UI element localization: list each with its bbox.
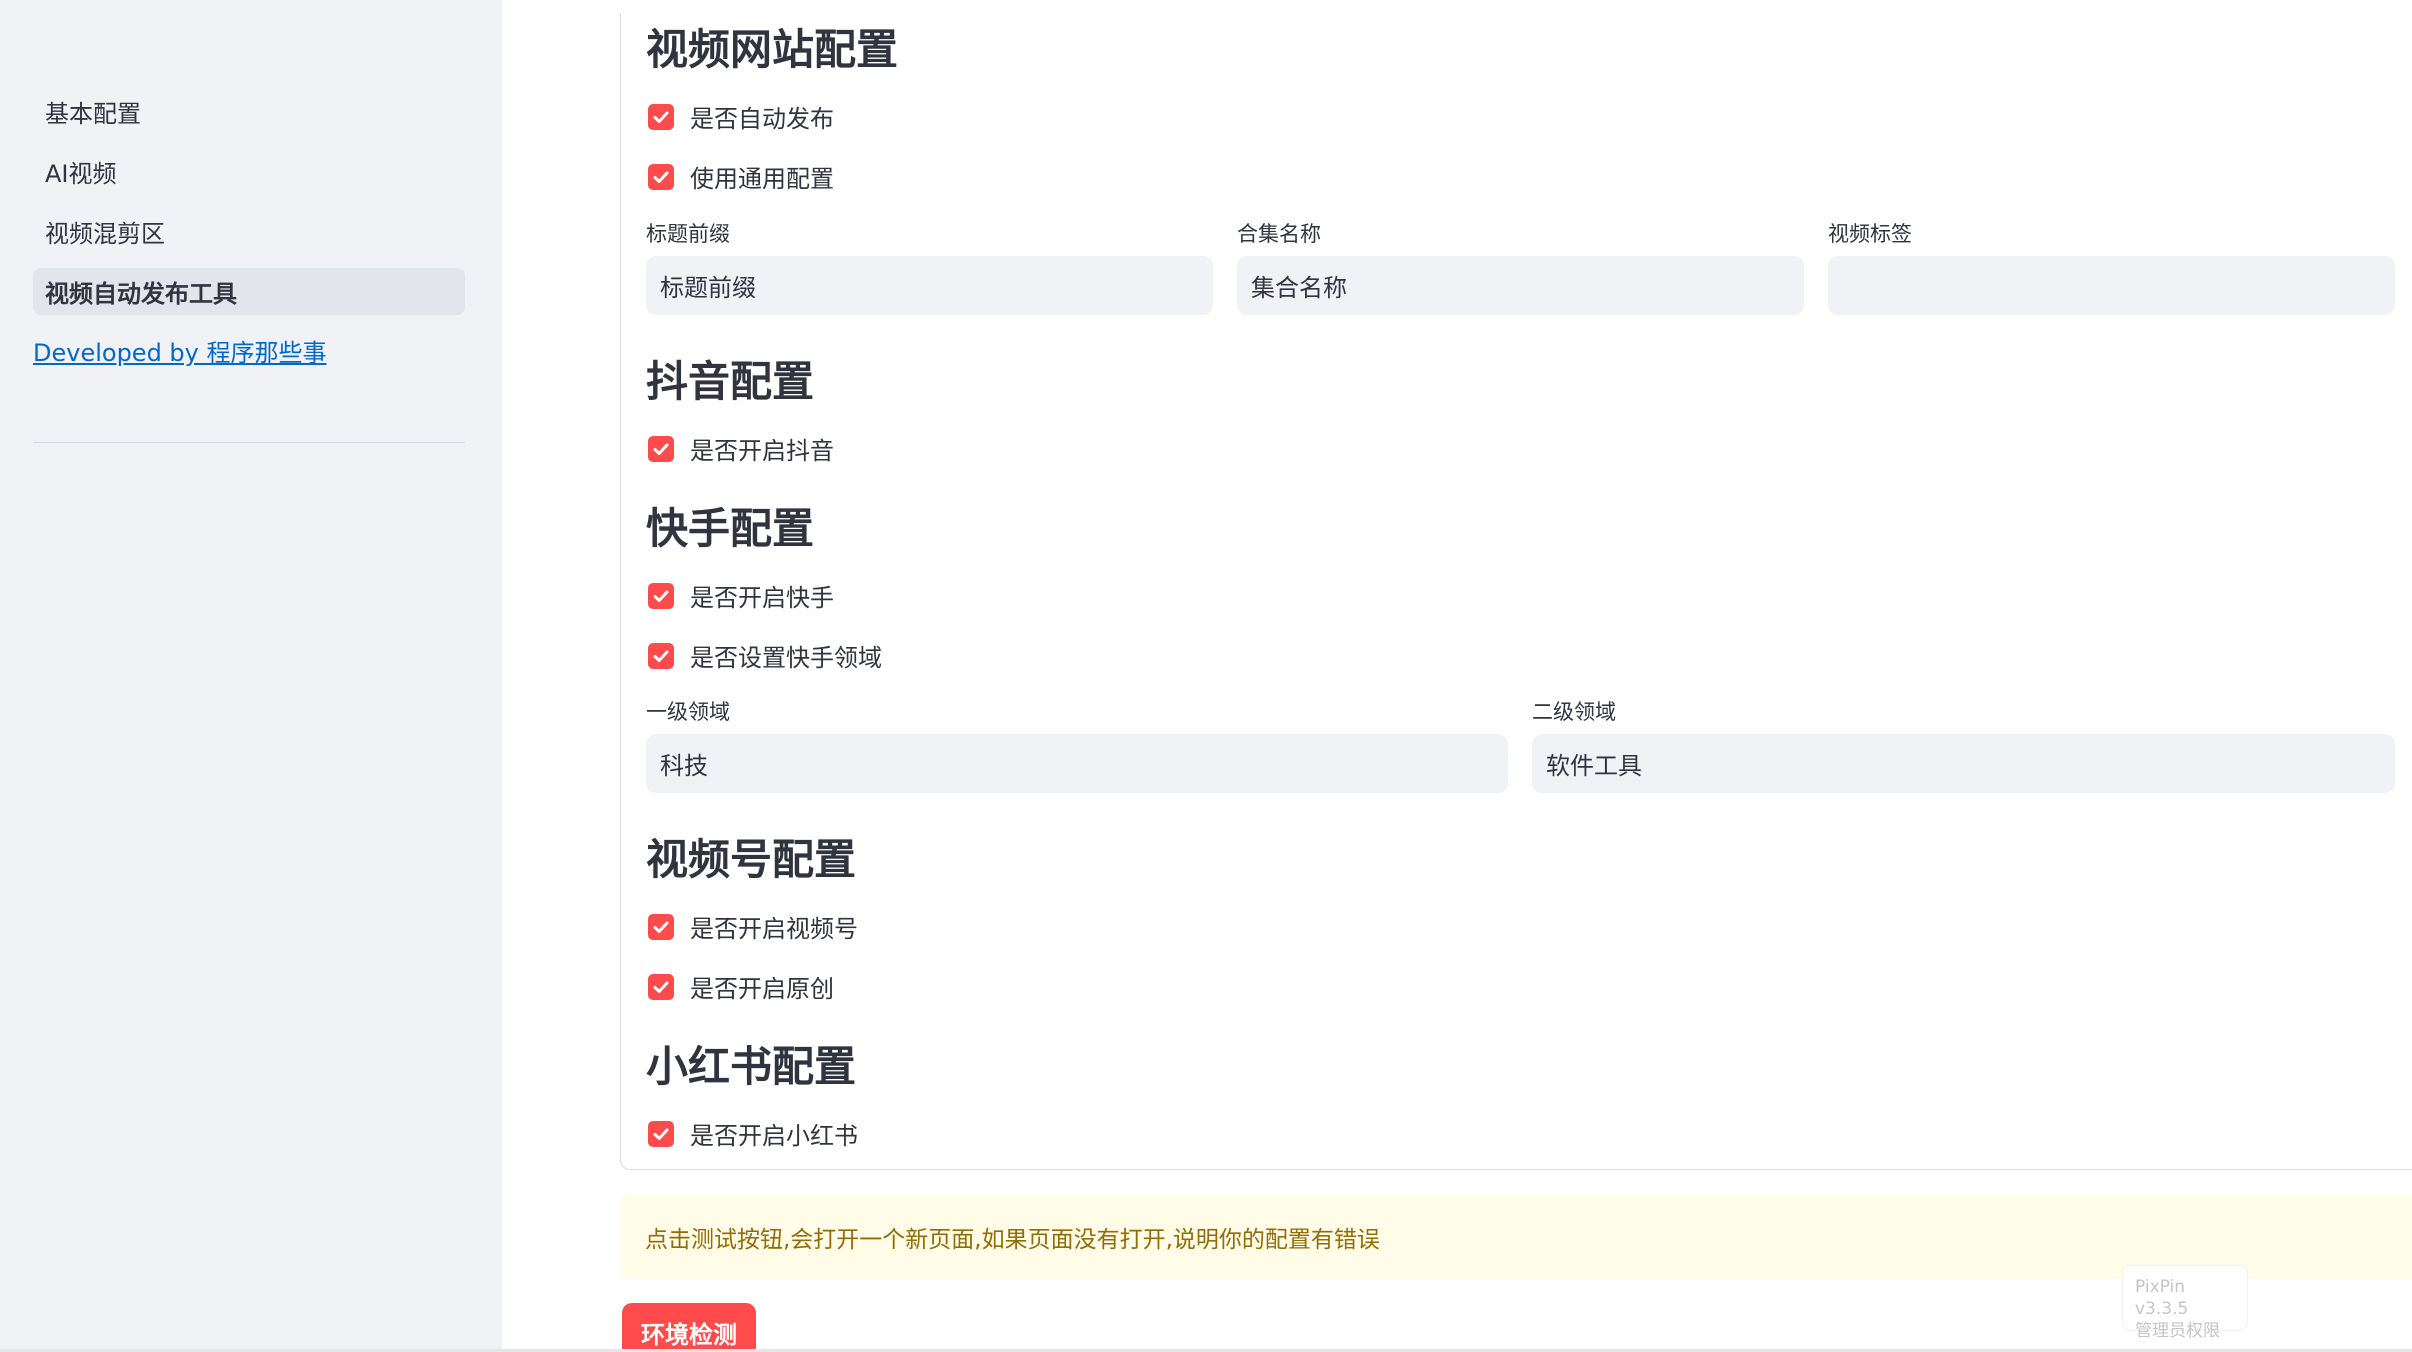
shipinhao-config-title: 视频号配置 <box>646 835 857 884</box>
set-kuaishou-domain-checkbox[interactable]: 是否设置快手领域 <box>648 638 882 673</box>
main-content: 视频网站配置 是否自动发布 使用通用配置 标题前缀 合集名称 视频标签 抖音配置… <box>620 0 2412 1352</box>
enable-shipinhao-checkbox[interactable]: 是否开启视频号 <box>648 909 858 944</box>
website-config-title: 视频网站配置 <box>646 25 899 74</box>
enable-douyin-checkbox[interactable]: 是否开启抖音 <box>648 431 834 466</box>
enable-douyin-label: 是否开启抖音 <box>690 437 834 465</box>
config-form: 视频网站配置 是否自动发布 使用通用配置 标题前缀 合集名称 视频标签 抖音配置… <box>620 14 2412 1170</box>
title-prefix-label: 标题前缀 <box>646 222 730 246</box>
sidebar-item-basic-config[interactable]: 基本配置 <box>33 88 465 135</box>
level2-domain-label: 二级领域 <box>1532 700 1616 724</box>
enable-xiaohongshu-label: 是否开启小红书 <box>690 1122 858 1150</box>
set-kuaishou-domain-label: 是否设置快手领域 <box>690 644 882 672</box>
check-icon <box>648 435 674 462</box>
video-tags-input[interactable] <box>1828 256 2395 315</box>
video-tags-label: 视频标签 <box>1828 222 1912 246</box>
sidebar-item-video-mix[interactable]: 视频混剪区 <box>33 208 465 255</box>
enable-original-checkbox[interactable]: 是否开启原创 <box>648 969 834 1004</box>
sidebar-item-auto-publish[interactable]: 视频自动发布工具 <box>33 268 465 315</box>
collection-name-input[interactable] <box>1237 256 1804 315</box>
enable-xiaohongshu-checkbox[interactable]: 是否开启小红书 <box>648 1116 858 1151</box>
sidebar-item-ai-video[interactable]: AI视频 <box>33 148 465 195</box>
use-common-config-label: 使用通用配置 <box>690 165 834 193</box>
watermark-permission: 管理员权限 <box>2135 1321 2220 1341</box>
sidebar: 基本配置 AI视频 视频混剪区 视频自动发布工具 Developed by 程序… <box>0 0 502 1352</box>
douyin-config-title: 抖音配置 <box>646 357 815 406</box>
level2-domain-input[interactable] <box>1532 734 2395 793</box>
check-icon <box>648 163 674 190</box>
check-icon <box>648 642 674 669</box>
level1-domain-label: 一级领域 <box>646 700 730 724</box>
auto-publish-label: 是否自动发布 <box>690 105 834 133</box>
enable-original-label: 是否开启原创 <box>690 975 834 1003</box>
env-check-button[interactable]: 环境检测 <box>622 1303 756 1352</box>
developer-link[interactable]: Developed by 程序那些事 <box>33 333 327 368</box>
check-icon <box>648 582 674 609</box>
kuaishou-config-title: 快手配置 <box>646 504 815 553</box>
warning-alert-text: 点击测试按钮,会打开一个新页面,如果页面没有打开,说明你的配置有错误 <box>645 1227 1380 1253</box>
pixpin-watermark: PixPin v3.3.5 管理员权限 <box>2122 1265 2248 1341</box>
enable-shipinhao-label: 是否开启视频号 <box>690 915 858 943</box>
xiaohongshu-config-title: 小红书配置 <box>646 1042 857 1091</box>
enable-kuaishou-checkbox[interactable]: 是否开启快手 <box>648 578 834 613</box>
enable-kuaishou-label: 是否开启快手 <box>690 584 834 612</box>
title-prefix-input[interactable] <box>646 256 1213 315</box>
check-icon <box>648 973 674 1000</box>
check-icon <box>648 913 674 940</box>
check-icon <box>648 1120 674 1147</box>
level1-domain-input[interactable] <box>646 734 1508 793</box>
collection-name-label: 合集名称 <box>1237 222 1321 246</box>
auto-publish-checkbox[interactable]: 是否自动发布 <box>648 99 834 134</box>
use-common-config-checkbox[interactable]: 使用通用配置 <box>648 159 834 194</box>
check-icon <box>648 103 674 130</box>
sidebar-divider <box>33 442 465 443</box>
watermark-version: PixPin v3.3.5 <box>2135 1277 2189 1319</box>
sidebar-nav: 基本配置 AI视频 视频混剪区 视频自动发布工具 <box>33 88 465 328</box>
